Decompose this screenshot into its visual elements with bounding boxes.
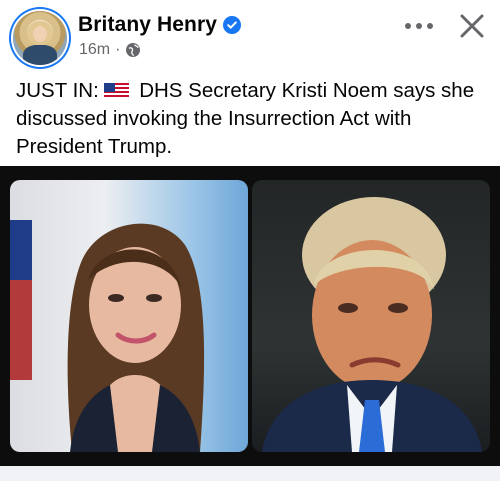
post-text-prefix: JUST IN: (16, 79, 99, 102)
author-name[interactable]: Britany Henry (78, 13, 217, 37)
close-icon (460, 14, 484, 38)
meta-separator: · (115, 41, 121, 58)
photo-left[interactable] (10, 180, 248, 452)
author-avatar[interactable] (13, 11, 67, 65)
post-meta: 16m · (79, 41, 141, 59)
post-header: Britany Henry 16m · (0, 0, 500, 70)
photo-right[interactable] (252, 180, 490, 452)
post-time[interactable]: 16m (79, 41, 110, 59)
bottom-divider (0, 466, 500, 481)
more-options-button[interactable] (402, 14, 436, 38)
post-text: JUST IN: DHS Secretary Kristi Noem says … (16, 77, 486, 161)
us-flag-icon (104, 83, 130, 99)
avatar-face (33, 26, 47, 42)
verified-badge-icon (223, 16, 242, 34)
globe-icon[interactable] (125, 42, 141, 58)
author-row: Britany Henry (78, 13, 242, 37)
avatar-body (23, 45, 57, 65)
checkmark-icon (227, 21, 237, 29)
close-button[interactable] (456, 10, 488, 42)
portrait-woman-image (10, 220, 205, 452)
portrait-man-image (262, 197, 482, 452)
more-options-icon (405, 23, 433, 29)
